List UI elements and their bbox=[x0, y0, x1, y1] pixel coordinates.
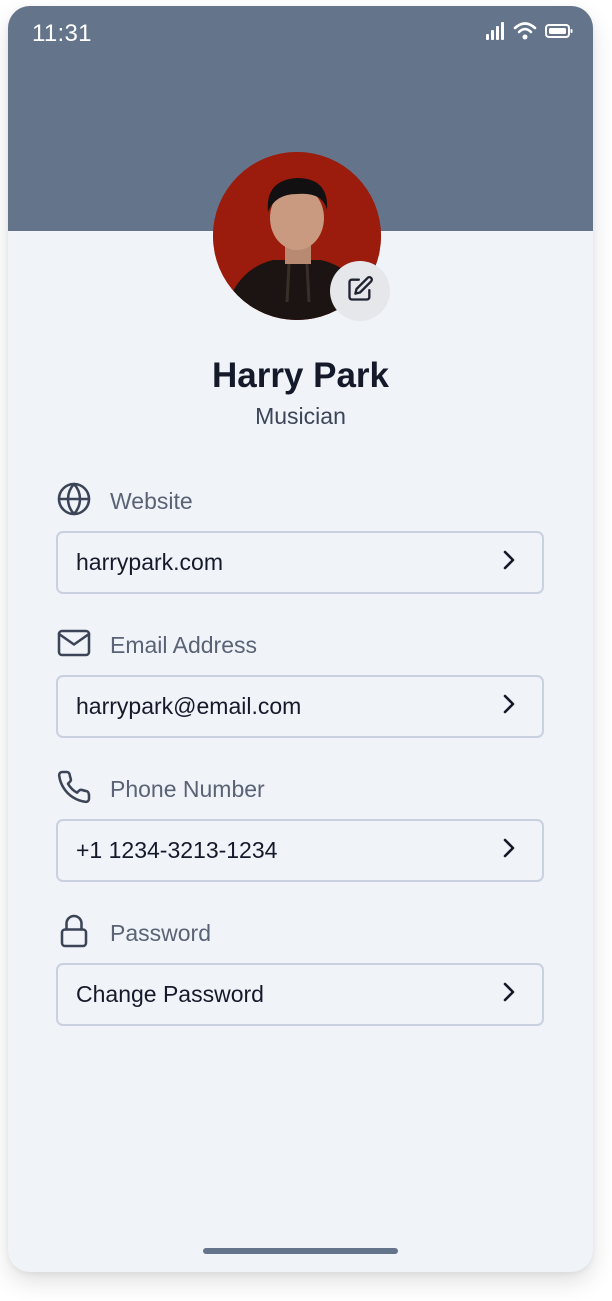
avatar-container bbox=[213, 152, 390, 321]
edit-icon bbox=[346, 275, 374, 308]
profile-role: Musician bbox=[255, 403, 346, 429]
status-bar: 11:31 bbox=[8, 6, 593, 66]
globe-icon bbox=[56, 481, 92, 522]
email-value: harrypark@email.com bbox=[76, 693, 302, 719]
chevron-right-icon bbox=[502, 837, 516, 864]
chevron-right-icon bbox=[502, 981, 516, 1008]
phone-icon bbox=[56, 769, 92, 810]
website-value: harrypark.com bbox=[76, 549, 223, 575]
status-time: 11:31 bbox=[32, 20, 92, 47]
lock-icon bbox=[56, 913, 92, 954]
password-field[interactable]: Change Password bbox=[56, 963, 544, 1026]
cellular-signal-icon bbox=[485, 22, 505, 45]
edit-avatar-button[interactable] bbox=[330, 261, 390, 321]
website-field[interactable]: harrypark.com bbox=[56, 531, 544, 594]
change-password-value: Change Password bbox=[76, 981, 264, 1007]
status-icons bbox=[485, 22, 573, 45]
phone-screen: 11:31 Harry Park Musician Website harryp… bbox=[8, 6, 593, 1272]
phone-value: +1 1234-3213-1234 bbox=[76, 837, 278, 863]
email-field[interactable]: harrypark@email.com bbox=[56, 675, 544, 738]
website-label-row: Website bbox=[56, 481, 193, 522]
profile-name: Harry Park bbox=[211, 356, 390, 395]
battery-icon bbox=[545, 23, 573, 44]
chevron-right-icon bbox=[502, 693, 516, 720]
phone-label: Phone Number bbox=[110, 775, 265, 802]
phone-label-row: Phone Number bbox=[56, 769, 265, 810]
mail-icon bbox=[56, 625, 92, 666]
phone-field[interactable]: +1 1234-3213-1234 bbox=[56, 819, 544, 882]
email-label-row: Email Address bbox=[56, 627, 257, 663]
email-label: Email Address bbox=[110, 631, 258, 658]
home-indicator[interactable] bbox=[203, 1248, 398, 1254]
website-label: Website bbox=[110, 487, 193, 514]
password-label-row: Password bbox=[56, 913, 211, 954]
wifi-icon bbox=[513, 22, 537, 45]
password-label: Password bbox=[110, 919, 211, 946]
chevron-right-icon bbox=[502, 549, 516, 576]
